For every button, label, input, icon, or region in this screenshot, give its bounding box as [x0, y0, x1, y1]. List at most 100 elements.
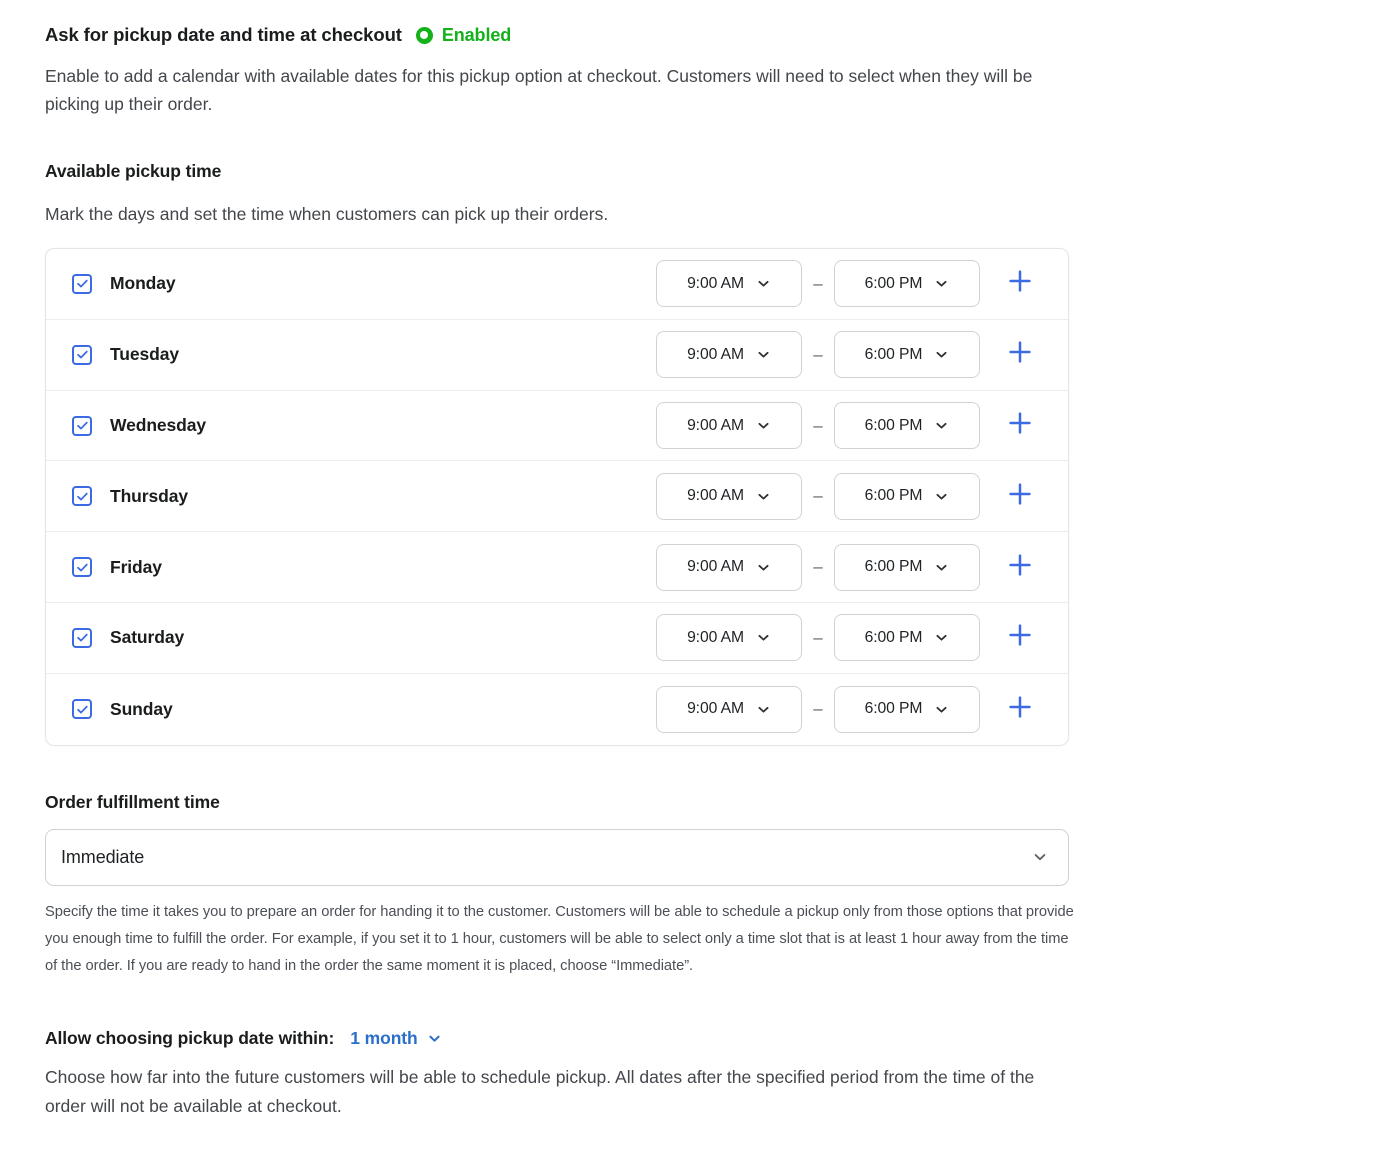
available-pickup-time-section: Available pickup time Mark the days and …	[45, 161, 1400, 746]
plus-icon	[1007, 622, 1033, 653]
table-row: Thursday 9:00 AM – 6:00 PM	[46, 461, 1068, 533]
row-time-controls: 9:00 AM – 6:00 PM	[656, 543, 1068, 591]
add-time-slot-button[interactable]	[998, 339, 1042, 370]
start-time-select[interactable]: 9:00 AM	[656, 685, 802, 733]
allow-choosing-section: Allow choosing pickup date within: 1 mon…	[45, 1028, 1400, 1120]
start-time-select[interactable]: 9:00 AM	[656, 472, 802, 520]
chevron-down-icon	[756, 489, 771, 504]
check-icon	[76, 561, 89, 574]
chevron-down-icon	[934, 560, 949, 575]
row-time-controls: 9:00 AM – 6:00 PM	[656, 472, 1068, 520]
end-time-value: 6:00 PM	[864, 487, 923, 505]
order-fulfillment-select[interactable]: Immediate	[45, 828, 1069, 886]
add-time-slot-button[interactable]	[998, 622, 1042, 653]
check-icon	[76, 703, 89, 716]
start-time-select[interactable]: 9:00 AM	[656, 331, 802, 379]
add-time-slot-button[interactable]	[998, 552, 1042, 583]
time-range-separator: –	[813, 699, 823, 719]
order-fulfillment-helper-text: Specify the time it takes you to prepare…	[45, 903, 1074, 974]
time-range-separator: –	[813, 344, 823, 364]
day-checkbox-monday[interactable]	[72, 273, 92, 294]
day-label: Sunday	[110, 698, 173, 719]
check-icon	[76, 348, 89, 361]
allow-choosing-selected-value: 1 month	[350, 1028, 418, 1049]
start-time-select[interactable]: 9:00 AM	[656, 402, 802, 450]
end-time-select[interactable]: 6:00 PM	[834, 331, 980, 379]
start-time-select[interactable]: 9:00 AM	[656, 543, 802, 591]
allow-choosing-description: Choose how far into the future customers…	[45, 1067, 1035, 1116]
start-time-value: 9:00 AM	[687, 628, 744, 646]
table-row: Saturday 9:00 AM – 6:00 PM	[46, 603, 1068, 674]
end-time-value: 6:00 PM	[864, 628, 923, 646]
add-time-slot-button[interactable]	[998, 694, 1042, 725]
section-description: Enable to add a calendar with available …	[45, 66, 1033, 115]
pickup-settings-page: Ask for pickup date and time at checkout…	[0, 0, 1400, 1120]
time-range-separator: –	[813, 415, 823, 435]
plus-icon	[1007, 694, 1033, 725]
filled-circle-ring-icon	[415, 26, 433, 44]
check-icon	[76, 631, 89, 644]
chevron-down-icon	[756, 630, 771, 645]
status-badge: Enabled	[415, 25, 511, 46]
chevron-down-icon	[934, 276, 949, 291]
end-time-select[interactable]: 6:00 PM	[834, 402, 980, 450]
time-range-separator: –	[813, 557, 823, 577]
day-checkbox-wednesday[interactable]	[72, 415, 92, 436]
plus-icon	[1007, 339, 1033, 370]
table-row: Friday 9:00 AM – 6:00 PM	[46, 532, 1068, 604]
chevron-down-icon	[427, 1031, 442, 1046]
end-time-value: 6:00 PM	[864, 345, 923, 363]
day-checkbox-sunday[interactable]	[72, 699, 92, 720]
chevron-down-icon	[934, 702, 949, 717]
allow-choosing-period-dropdown[interactable]: 1 month	[350, 1028, 441, 1049]
order-fulfillment-section: Order fulfillment time Immediate Specify…	[45, 792, 1400, 981]
start-time-select[interactable]: 9:00 AM	[656, 260, 802, 308]
start-time-select[interactable]: 9:00 AM	[656, 614, 802, 662]
section-header: Ask for pickup date and time at checkout…	[45, 22, 1400, 48]
start-time-value: 9:00 AM	[687, 487, 744, 505]
day-label: Saturday	[110, 627, 185, 648]
chevron-down-icon	[934, 630, 949, 645]
chevron-down-icon	[934, 347, 949, 362]
start-time-value: 9:00 AM	[687, 274, 744, 292]
end-time-select[interactable]: 6:00 PM	[834, 543, 980, 591]
check-icon	[76, 277, 89, 290]
time-range-separator: –	[813, 627, 823, 647]
day-checkbox-tuesday[interactable]	[72, 344, 92, 365]
time-range-separator: –	[813, 486, 823, 506]
chevron-down-icon	[756, 702, 771, 717]
check-icon	[76, 419, 89, 432]
start-time-value: 9:00 AM	[687, 416, 744, 434]
day-label: Thursday	[110, 485, 188, 506]
end-time-value: 6:00 PM	[864, 700, 923, 718]
day-checkbox-thursday[interactable]	[72, 486, 92, 507]
end-time-value: 6:00 PM	[864, 274, 923, 292]
chevron-down-icon	[756, 347, 771, 362]
end-time-select[interactable]: 6:00 PM	[834, 260, 980, 308]
order-fulfillment-selected-value: Immediate	[61, 846, 145, 867]
table-row: Tuesday 9:00 AM – 6:00 PM	[46, 320, 1068, 391]
end-time-select[interactable]: 6:00 PM	[834, 685, 980, 733]
plus-icon	[1007, 268, 1033, 299]
chevron-down-icon	[756, 560, 771, 575]
available-pickup-time-heading: Available pickup time	[45, 160, 222, 181]
day-checkbox-friday[interactable]	[72, 557, 92, 578]
plus-icon	[1007, 552, 1033, 583]
end-time-select[interactable]: 6:00 PM	[834, 614, 980, 662]
day-checkbox-saturday[interactable]	[72, 627, 92, 648]
start-time-value: 9:00 AM	[687, 700, 744, 718]
available-pickup-time-description: Mark the days and set the time when cust…	[45, 203, 609, 224]
check-icon	[76, 490, 89, 503]
add-time-slot-button[interactable]	[998, 481, 1042, 512]
plus-icon	[1007, 481, 1033, 512]
time-range-separator: –	[813, 273, 823, 293]
chevron-down-icon	[756, 418, 771, 433]
end-time-select[interactable]: 6:00 PM	[834, 472, 980, 520]
end-time-value: 6:00 PM	[864, 416, 923, 434]
add-time-slot-button[interactable]	[998, 268, 1042, 299]
day-label: Wednesday	[110, 415, 207, 436]
day-label: Monday	[110, 273, 176, 294]
add-time-slot-button[interactable]	[998, 410, 1042, 441]
day-label: Tuesday	[110, 344, 180, 365]
page-title: Ask for pickup date and time at checkout	[45, 24, 402, 45]
